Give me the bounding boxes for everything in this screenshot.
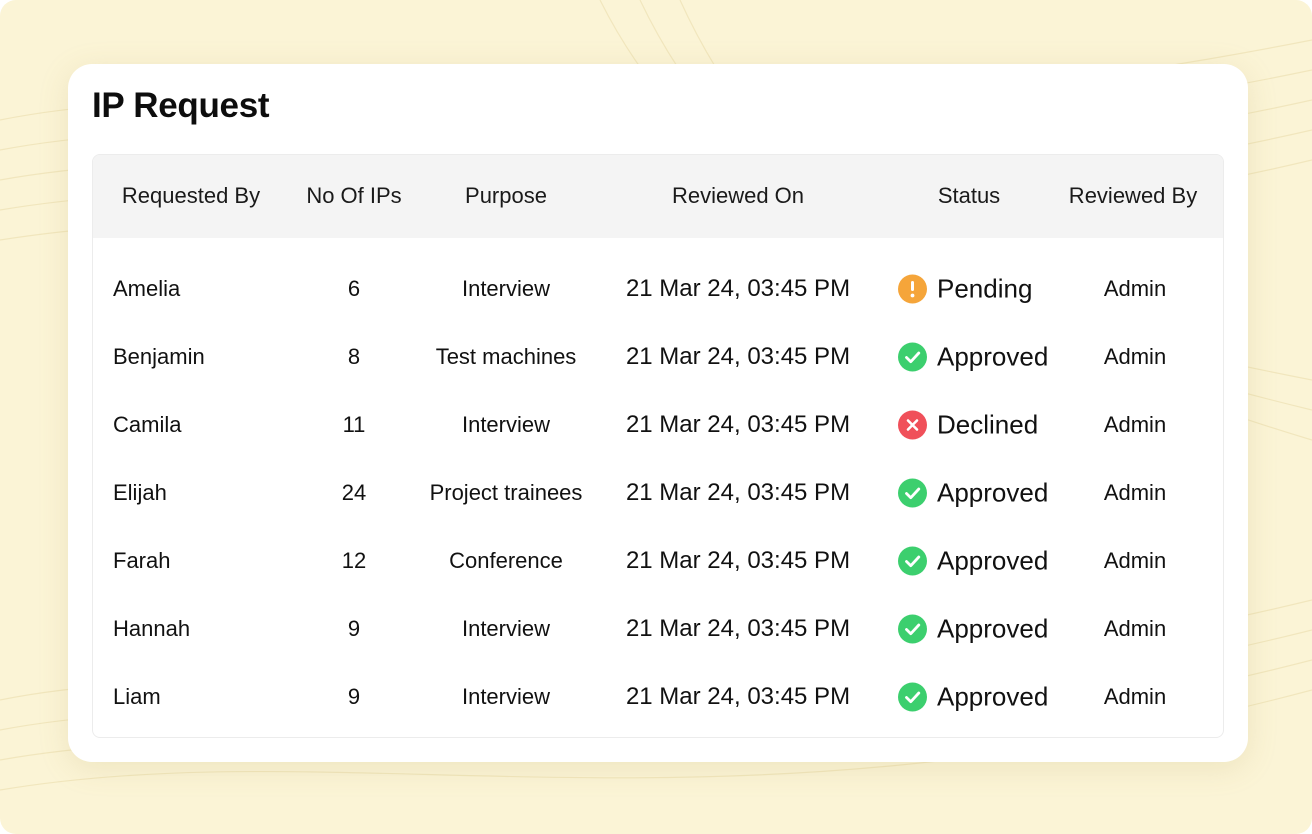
cell-reviewed-on: 21 Mar 24, 03:45 PM: [625, 411, 851, 438]
cell-requested-by: Elijah: [113, 480, 167, 505]
status-label: Approved: [937, 681, 1049, 712]
cell-purpose: Test machines: [435, 344, 577, 369]
cell-no-of-ips: 9: [347, 684, 361, 709]
cell-reviewed-on: 21 Mar 24, 03:45 PM: [625, 615, 851, 642]
cell-reviewed-by: Admin: [1103, 548, 1167, 573]
status-label: Approved: [937, 545, 1049, 576]
cell-purpose: Interview: [461, 412, 551, 437]
status-label: Pending: [937, 273, 1033, 304]
status-badge: Approved: [898, 682, 1048, 713]
check-icon: [898, 478, 927, 508]
cell-reviewed-on: 21 Mar 24, 03:45 PM: [625, 343, 851, 370]
cell-reviewed-by: Admin: [1103, 344, 1167, 369]
status-badge: Declined: [898, 410, 1038, 441]
cell-reviewed-on: 21 Mar 24, 03:45 PM: [625, 547, 851, 574]
status-badge: Approved: [898, 342, 1048, 373]
cell-requested-by: Amelia: [113, 276, 181, 301]
close-icon: [898, 410, 927, 440]
cell-purpose: Conference: [449, 548, 563, 573]
table-header-row: Requested By No Of IPs Purpose Reviewed …: [93, 155, 1223, 238]
cell-no-of-ips: 24: [341, 480, 367, 505]
status-badge: Approved: [898, 546, 1048, 577]
ip-request-table: Requested By No Of IPs Purpose Reviewed …: [92, 154, 1224, 738]
cell-reviewed-by: Admin: [1103, 276, 1167, 301]
cell-requested-by: Benjamin: [113, 344, 205, 369]
cell-no-of-ips: 6: [347, 276, 361, 301]
header-status[interactable]: Status: [938, 183, 1000, 209]
cell-no-of-ips: 8: [347, 344, 361, 369]
status-badge: Pending: [898, 274, 1032, 305]
cell-no-of-ips: 12: [341, 548, 367, 573]
exclamation-icon: [898, 274, 927, 304]
cell-no-of-ips: 11: [342, 412, 366, 437]
header-no-of-ips[interactable]: No Of IPs: [306, 183, 401, 209]
cell-purpose: Interview: [461, 684, 551, 709]
cell-reviewed-by: Admin: [1103, 412, 1167, 437]
status-badge: Approved: [898, 614, 1048, 645]
cell-purpose: Interview: [461, 276, 551, 301]
header-reviewed-on[interactable]: Reviewed On: [672, 183, 804, 209]
cell-requested-by: Farah: [113, 548, 171, 573]
cell-requested-by: Liam: [113, 684, 161, 709]
status-badge: Approved: [898, 478, 1048, 509]
check-icon: [898, 682, 927, 712]
status-label: Approved: [937, 477, 1049, 508]
header-purpose[interactable]: Purpose: [465, 183, 547, 209]
header-reviewed-by[interactable]: Reviewed By: [1069, 183, 1197, 209]
cell-reviewed-by: Admin: [1103, 616, 1167, 641]
check-icon: [898, 342, 927, 372]
cell-reviewed-on: 21 Mar 24, 03:45 PM: [625, 683, 851, 710]
cell-purpose: Interview: [461, 616, 551, 641]
header-requested-by[interactable]: Requested By: [122, 183, 260, 209]
page-title: IP Request: [92, 86, 270, 125]
check-icon: [898, 614, 927, 644]
cell-requested-by: Hannah: [113, 616, 191, 641]
status-label: Declined: [937, 409, 1039, 440]
cell-requested-by: Camila: [113, 412, 182, 437]
cell-no-of-ips: 9: [347, 616, 361, 641]
cell-reviewed-by: Admin: [1103, 480, 1167, 505]
ip-request-card: IP Request Requested By No Of IPs Purpos…: [68, 64, 1248, 762]
status-label: Approved: [937, 341, 1049, 372]
check-icon: [898, 546, 927, 576]
cell-reviewed-by: Admin: [1103, 684, 1167, 709]
status-label: Approved: [937, 613, 1049, 644]
cell-reviewed-on: 21 Mar 24, 03:45 PM: [625, 275, 851, 302]
cell-reviewed-on: 21 Mar 24, 03:45 PM: [625, 479, 851, 506]
cell-purpose: Project trainees: [429, 480, 583, 505]
